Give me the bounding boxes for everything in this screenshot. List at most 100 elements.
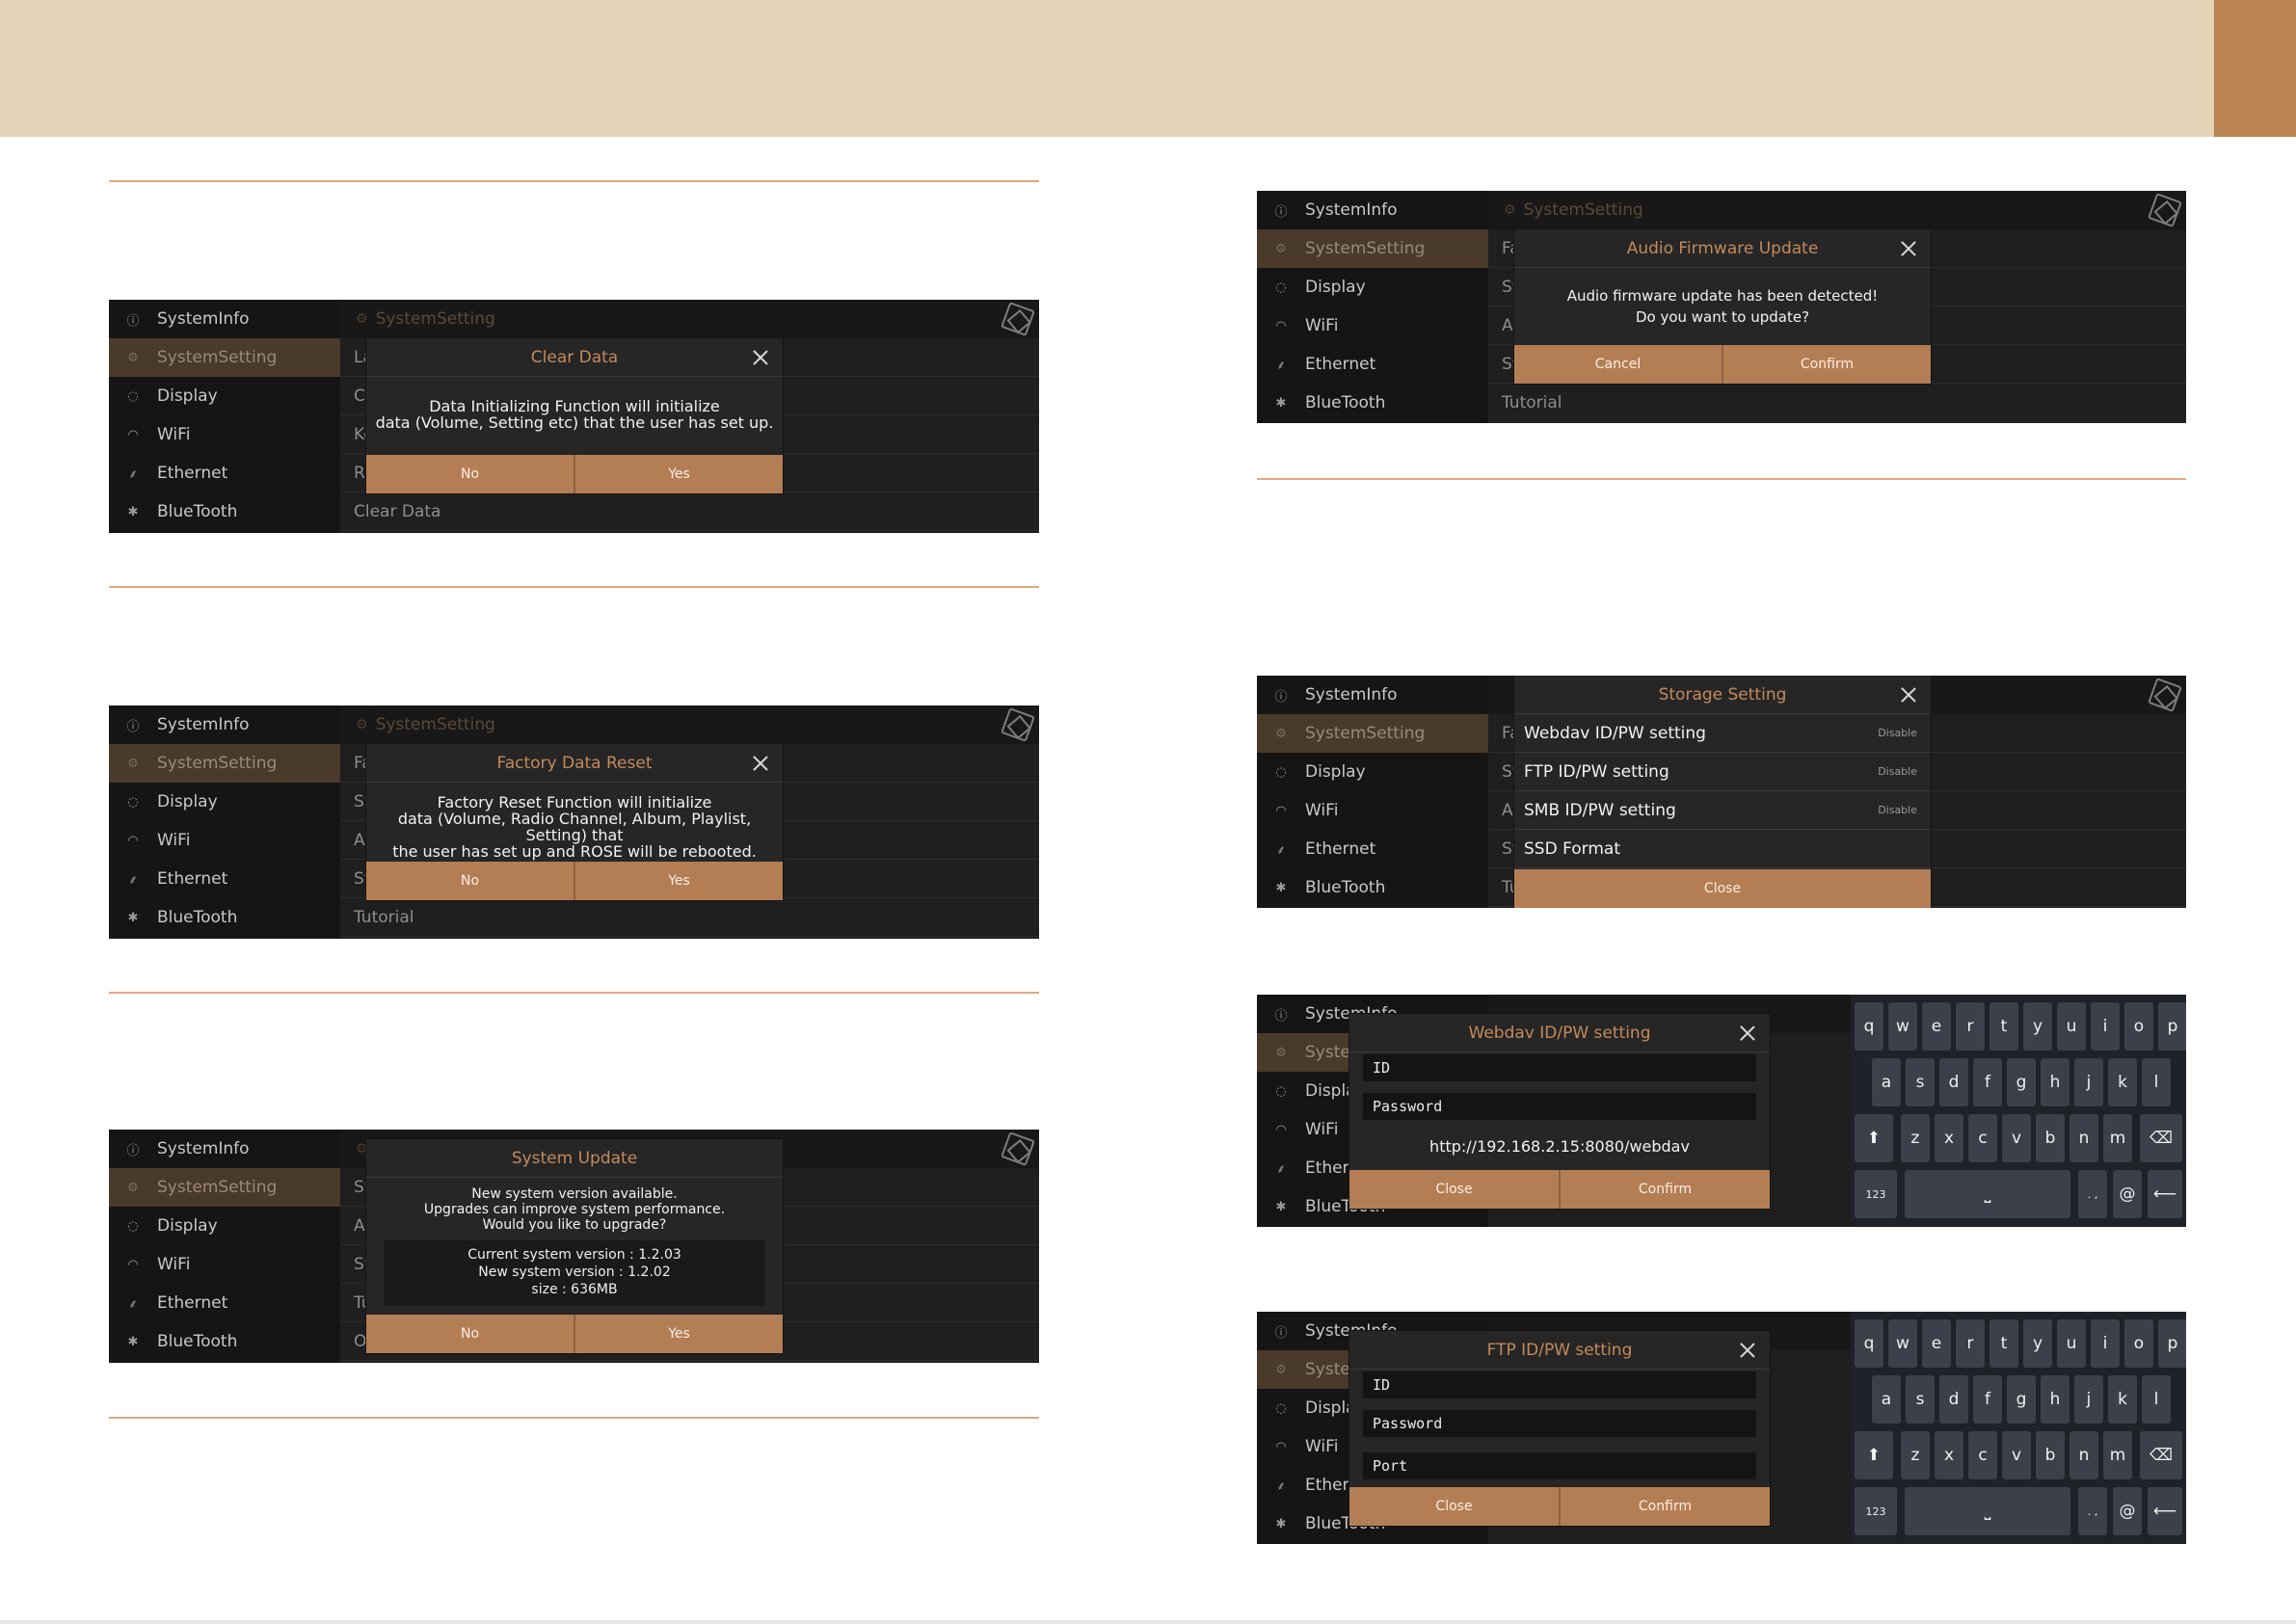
yes-button[interactable]: Yes — [574, 455, 783, 493]
sidebar-item-bluetooth[interactable]: ✱ BlueTooth — [109, 898, 340, 937]
key-z[interactable]: z — [1901, 1431, 1930, 1479]
key-d[interactable]: d — [1939, 1375, 1968, 1424]
key-b[interactable]: b — [2036, 1431, 2065, 1479]
port-input[interactable]: Port — [1363, 1452, 1756, 1479]
sidebar-item-systemsetting[interactable]: ⚙ SystemSetting — [109, 338, 340, 377]
sidebar-item-ethernet[interactable]: ⸙ Ethernet — [109, 860, 340, 898]
sidebar-item-display[interactable]: ◌ Display — [1257, 268, 1488, 306]
setting-row[interactable]: Tutorial — [1488, 384, 2186, 422]
close-icon[interactable] — [1740, 1025, 1754, 1040]
sidebar-item-systemsetting[interactable]: ⚙ SystemSetting — [1257, 714, 1488, 753]
close-icon[interactable] — [1901, 241, 1915, 255]
key-k[interactable]: k — [2108, 1058, 2137, 1106]
key-b[interactable]: b — [2036, 1114, 2065, 1162]
sidebar-item-wifi[interactable]: ◠ WiFi — [1257, 306, 1488, 345]
key-s[interactable]: s — [1906, 1058, 1935, 1106]
close-icon[interactable] — [753, 756, 767, 770]
key-w[interactable]: w — [1888, 1319, 1917, 1368]
sidebar-item-bluetooth[interactable]: ✱ BlueTooth — [1257, 384, 1488, 422]
key-o[interactable]: o — [2124, 1319, 2153, 1368]
sidebar-item-systeminfo[interactable]: ⓘ SystemInfo — [1257, 676, 1488, 714]
sidebar-item-bluetooth[interactable]: ✱ BlueTooth — [109, 493, 340, 531]
key-s[interactable]: s — [1906, 1375, 1935, 1424]
numbers-key[interactable]: 123 — [1855, 1170, 1897, 1218]
key-n[interactable]: n — [2069, 1114, 2098, 1162]
close-button[interactable]: Close — [1349, 1170, 1559, 1209]
key-c[interactable]: c — [1968, 1114, 1997, 1162]
key-y[interactable]: y — [2023, 1002, 2052, 1051]
key-z[interactable]: z — [1901, 1114, 1930, 1162]
close-button[interactable]: Close — [1349, 1487, 1559, 1526]
sidebar-item-ethernet[interactable]: ⸙ Ethernet — [109, 454, 340, 493]
key-v[interactable]: v — [2002, 1431, 2031, 1479]
key-l[interactable]: l — [2142, 1375, 2171, 1424]
yes-button[interactable]: Yes — [574, 1315, 783, 1353]
numbers-key[interactable]: 123 — [1855, 1487, 1897, 1535]
no-button[interactable]: No — [366, 862, 574, 900]
key-y[interactable]: y — [2023, 1319, 2052, 1368]
confirm-button[interactable]: Confirm — [1722, 345, 1931, 384]
key-r[interactable]: r — [1956, 1002, 1985, 1051]
enter-key-icon[interactable]: ⟵ — [2148, 1487, 2182, 1535]
password-input[interactable]: Password — [1363, 1093, 1756, 1120]
close-button[interactable]: Close — [1514, 869, 1931, 908]
sidebar-item-ethernet[interactable]: ⸙ Ethernet — [109, 1284, 340, 1322]
key-v[interactable]: v — [2002, 1114, 2031, 1162]
key-w[interactable]: w — [1888, 1002, 1917, 1051]
key-f[interactable]: f — [1973, 1058, 2002, 1106]
key-x[interactable]: x — [1935, 1114, 1963, 1162]
key-h[interactable]: h — [2041, 1375, 2069, 1424]
key-j[interactable]: j — [2074, 1058, 2103, 1106]
key-e[interactable]: e — [1922, 1319, 1951, 1368]
setting-row[interactable]: Clear Data — [340, 493, 1039, 531]
webdav-setting-row[interactable]: Webdav ID/PW setting Disable — [1514, 714, 1931, 753]
confirm-button[interactable]: Confirm — [1559, 1487, 1770, 1526]
key-f[interactable]: f — [1973, 1375, 2002, 1424]
confirm-button[interactable]: Confirm — [1559, 1170, 1770, 1209]
key-j[interactable]: j — [2074, 1375, 2103, 1424]
key-t[interactable]: t — [1989, 1002, 2018, 1051]
key-l[interactable]: l — [2142, 1058, 2171, 1106]
space-key[interactable]: ⎵ — [1905, 1487, 2070, 1535]
key-h[interactable]: h — [2041, 1058, 2069, 1106]
sidebar-item-systeminfo[interactable]: ⓘ SystemInfo — [109, 300, 340, 338]
sidebar-item-systemsetting[interactable]: ⚙ SystemSetting — [1257, 229, 1488, 268]
backspace-key-icon[interactable]: ⌫ — [2140, 1114, 2182, 1162]
key-o[interactable]: o — [2124, 1002, 2153, 1051]
key-k[interactable]: k — [2108, 1375, 2137, 1424]
cancel-button[interactable]: Cancel — [1514, 345, 1722, 384]
sidebar-item-wifi[interactable]: ◠ WiFi — [1257, 791, 1488, 830]
sidebar-item-display[interactable]: ◌ Display — [1257, 753, 1488, 791]
key-g[interactable]: g — [2007, 1375, 2036, 1424]
key-t[interactable]: t — [1989, 1319, 2018, 1368]
enter-key-icon[interactable]: ⟵ — [2148, 1170, 2182, 1218]
key-c[interactable]: c — [1968, 1431, 1997, 1479]
at-key[interactable]: @ — [2113, 1170, 2142, 1218]
punctuation-key[interactable]: . , — [2078, 1487, 2107, 1535]
key-r[interactable]: r — [1956, 1319, 1985, 1368]
sidebar-item-systeminfo[interactable]: ⓘ SystemInfo — [1257, 191, 1488, 229]
key-d[interactable]: d — [1939, 1058, 1968, 1106]
sidebar-item-ethernet[interactable]: ⸙ Ethernet — [1257, 830, 1488, 868]
key-u[interactable]: u — [2057, 1002, 2086, 1051]
sidebar-item-bluetooth[interactable]: ✱ BlueTooth — [109, 1322, 340, 1361]
id-input[interactable]: ID — [1363, 1054, 1756, 1081]
space-key[interactable]: ⎵ — [1905, 1170, 2070, 1218]
smb-setting-row[interactable]: SMB ID/PW setting Disable — [1514, 791, 1931, 830]
key-q[interactable]: q — [1855, 1002, 1883, 1051]
key-p[interactable]: p — [2158, 1002, 2186, 1051]
close-icon[interactable] — [1740, 1343, 1754, 1357]
key-i[interactable]: i — [2091, 1319, 2120, 1368]
id-input[interactable]: ID — [1363, 1371, 1756, 1398]
no-button[interactable]: No — [366, 1315, 574, 1353]
key-n[interactable]: n — [2069, 1431, 2098, 1479]
password-input[interactable]: Password — [1363, 1410, 1756, 1437]
sidebar-item-bluetooth[interactable]: ✱ BlueTooth — [1257, 868, 1488, 907]
key-u[interactable]: u — [2057, 1319, 2086, 1368]
sidebar-item-systeminfo[interactable]: ⓘ SystemInfo — [109, 706, 340, 744]
ftp-setting-row[interactable]: FTP ID/PW setting Disable — [1514, 753, 1931, 791]
sidebar-item-systeminfo[interactable]: ⓘ SystemInfo — [109, 1130, 340, 1168]
sidebar-item-ethernet[interactable]: ⸙ Ethernet — [1257, 345, 1488, 384]
sidebar-item-systemsetting[interactable]: ⚙ SystemSetting — [109, 1168, 340, 1207]
ssd-format-row[interactable]: SSD Format — [1514, 830, 1931, 868]
